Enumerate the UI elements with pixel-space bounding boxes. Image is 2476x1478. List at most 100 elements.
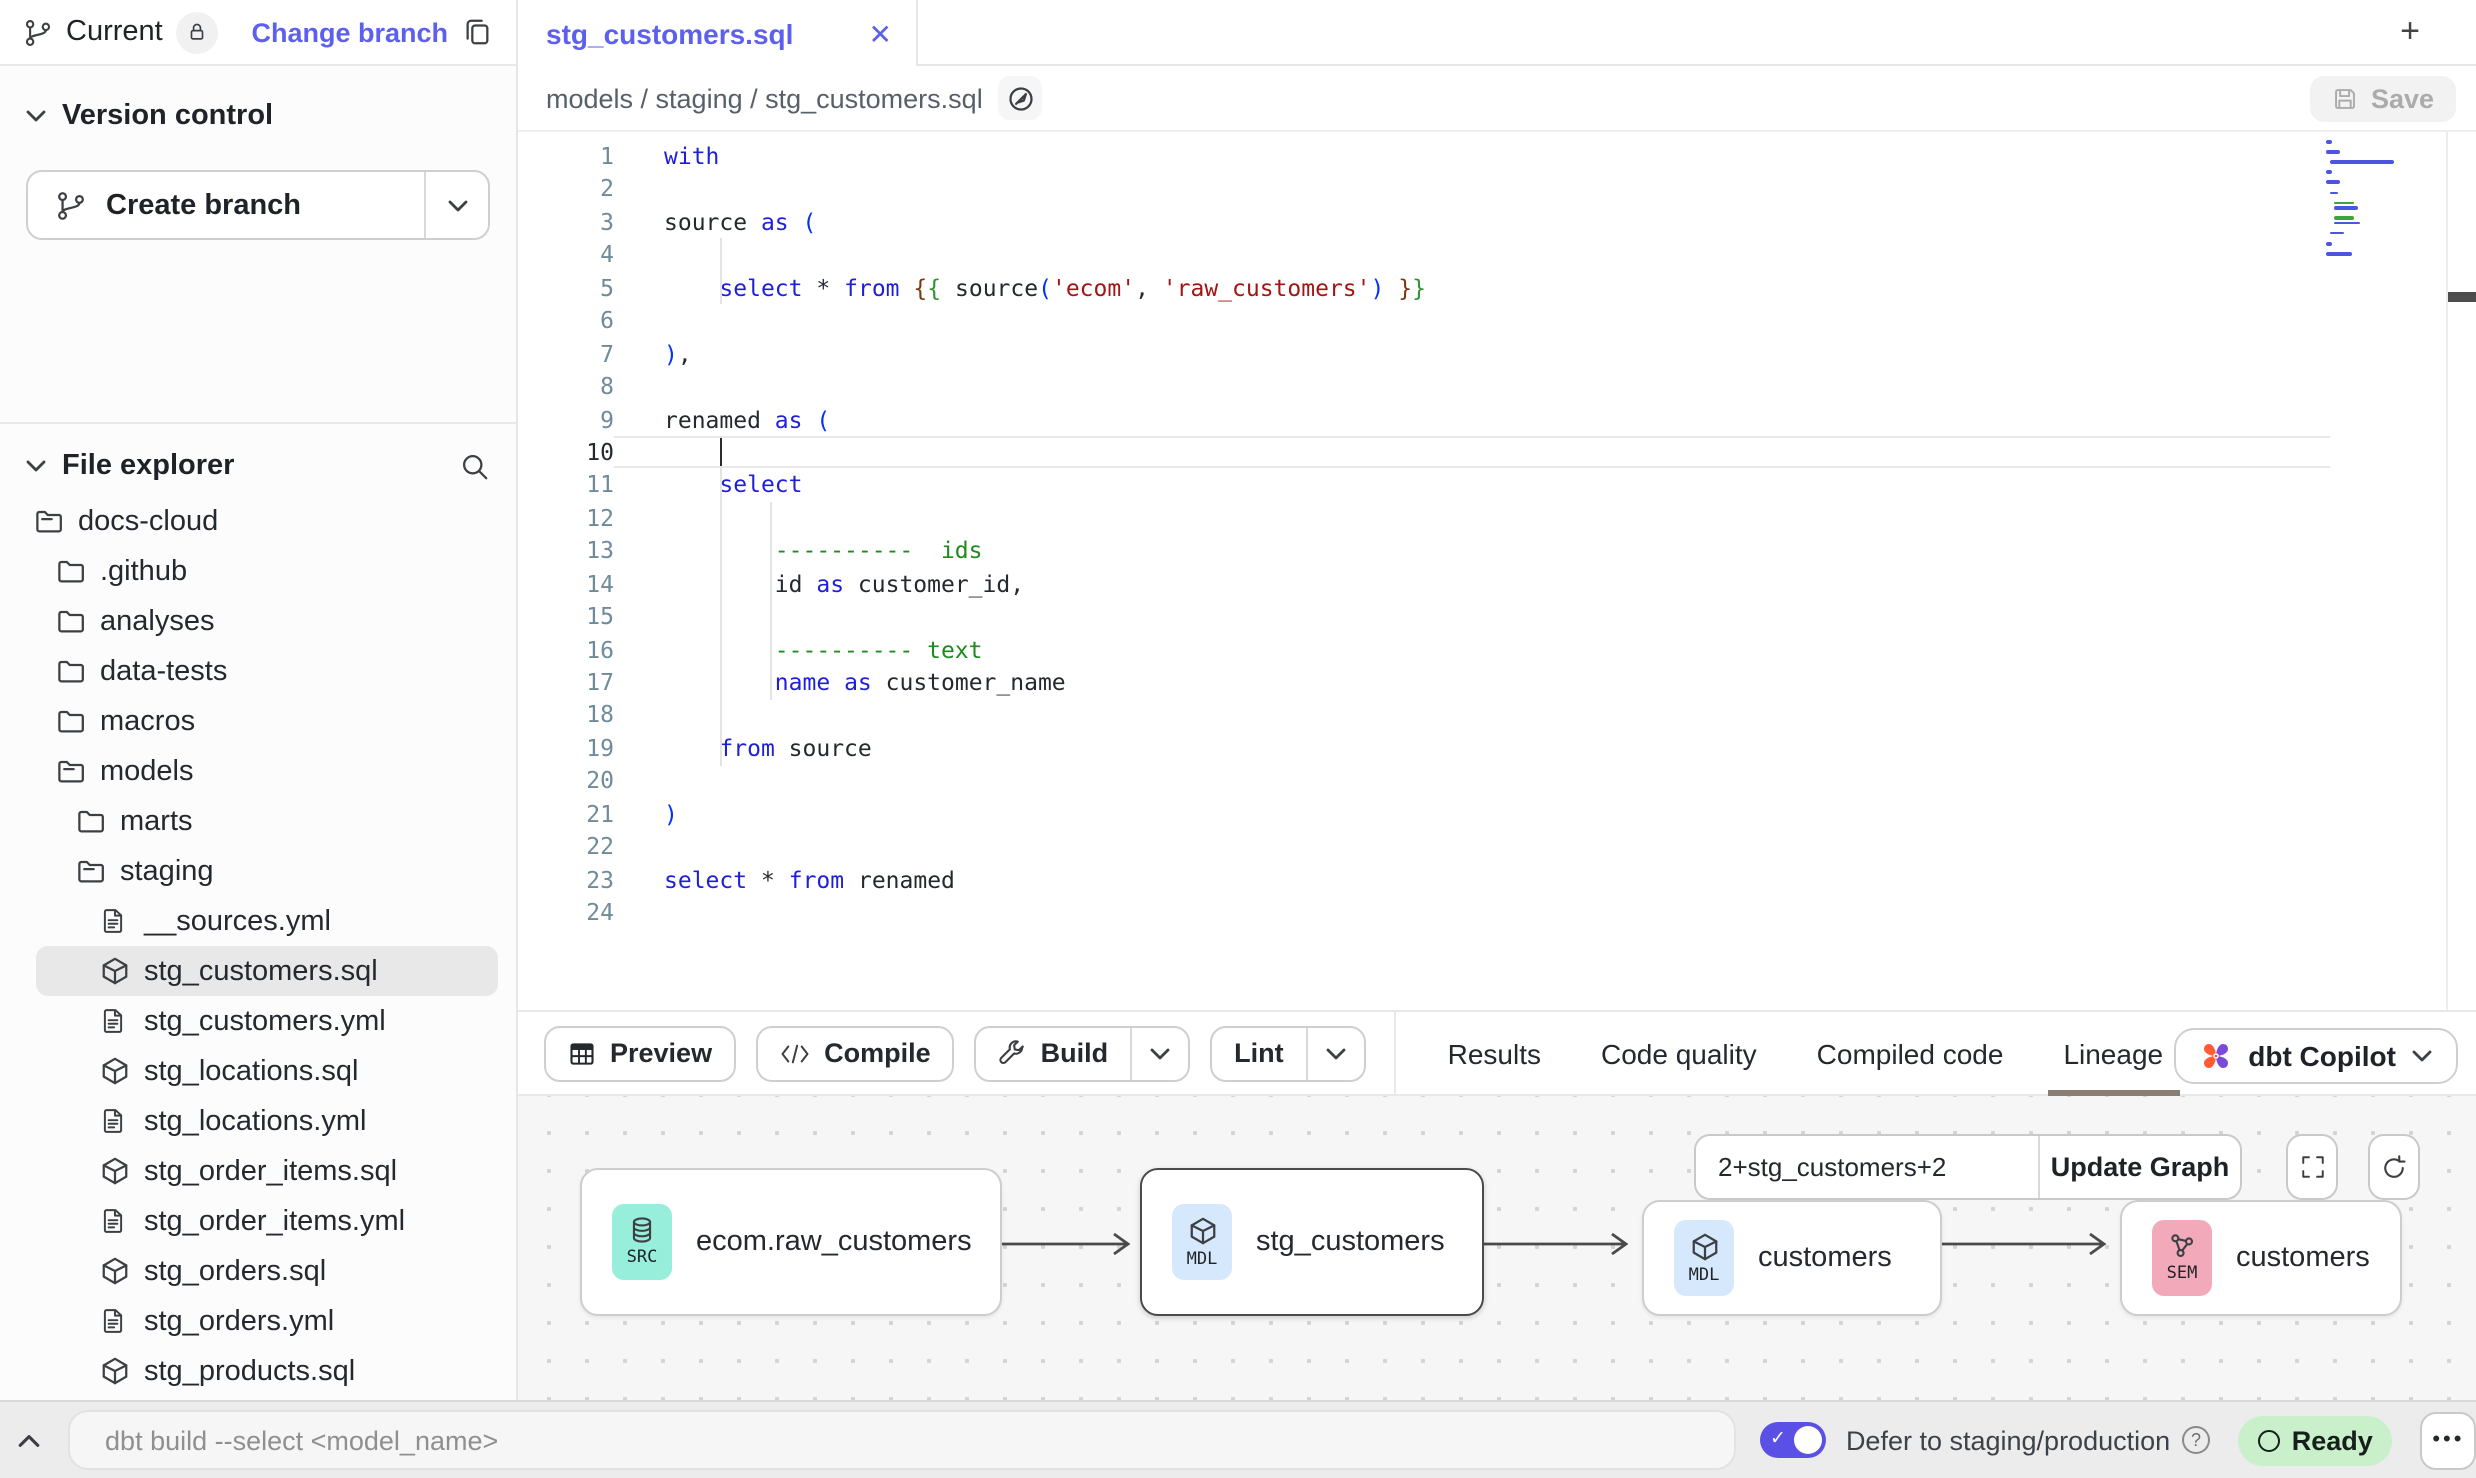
code-line-13[interactable]: 13 ---------- ids: [518, 535, 2476, 568]
folder-icon: [56, 656, 86, 686]
lint-dropdown[interactable]: [1306, 1027, 1364, 1079]
file-item-macros[interactable]: macros: [0, 696, 516, 746]
lineage-selector-input[interactable]: 2+stg_customers+2: [1696, 1136, 2038, 1198]
lint-button[interactable]: Lint: [1210, 1025, 1366, 1081]
code-line-2[interactable]: 2: [518, 173, 2476, 206]
node-label: ecom.raw_customers: [696, 1226, 972, 1258]
build-button[interactable]: Build: [975, 1025, 1191, 1081]
change-branch-link[interactable]: Change branch: [251, 17, 448, 47]
create-branch-button[interactable]: Create branch: [26, 170, 490, 240]
code-line-3[interactable]: 3source as (: [518, 206, 2476, 239]
line-number: 23: [518, 863, 614, 896]
update-graph-button[interactable]: Update Graph: [2038, 1136, 2240, 1198]
code-line-4[interactable]: 4: [518, 239, 2476, 272]
file-item-stg_orders.sql[interactable]: stg_orders.sql: [0, 1246, 516, 1296]
code-lines[interactable]: 1with23source as (45 select * from {{ so…: [518, 140, 2476, 929]
close-icon[interactable]: ✕: [869, 19, 892, 47]
dbt-copilot-button[interactable]: dbt Copilot: [2174, 1028, 2458, 1084]
tab-stg-customers-sql[interactable]: stg_customers.sql ✕: [518, 0, 918, 66]
panel-tab-code-quality[interactable]: Code quality: [1597, 1010, 1761, 1096]
code-line-6[interactable]: 6: [518, 304, 2476, 337]
code-line-12[interactable]: 12: [518, 502, 2476, 535]
file-item-stg_locations.yml[interactable]: stg_locations.yml: [0, 1096, 516, 1146]
more-options-button[interactable]: •••: [2421, 1411, 2476, 1469]
copy-icon[interactable]: [462, 16, 492, 48]
file-item-label: staging: [120, 855, 214, 887]
file-item-.github[interactable]: .github: [0, 546, 516, 596]
fullscreen-button[interactable]: [2286, 1134, 2338, 1200]
search-icon[interactable]: [460, 451, 490, 481]
file-item-docs-cloud[interactable]: docs-cloud: [0, 496, 516, 546]
code-line-9[interactable]: 9renamed as (: [518, 403, 2476, 436]
file-item-models[interactable]: models: [0, 746, 516, 796]
file-item-analyses[interactable]: analyses: [0, 596, 516, 646]
node-type-badge: MDL: [1172, 1204, 1232, 1280]
lineage-edge: [1484, 1228, 1640, 1260]
create-branch-dropdown[interactable]: [424, 172, 488, 238]
folder-icon: [56, 556, 86, 586]
refresh-button[interactable]: [2368, 1134, 2420, 1200]
line-number: 12: [518, 502, 614, 535]
code-line-1[interactable]: 1with: [518, 140, 2476, 173]
line-number: 2: [518, 173, 614, 206]
file-explorer-header[interactable]: File explorer: [0, 430, 516, 502]
code-line-15[interactable]: 15: [518, 600, 2476, 633]
code-line-19[interactable]: 19 from source: [518, 732, 2476, 765]
file-item-marts[interactable]: marts: [0, 796, 516, 846]
code-editor[interactable]: 1with23source as (45 select * from {{ so…: [518, 132, 2476, 1010]
code-line-23[interactable]: 23select * from renamed: [518, 863, 2476, 896]
file-item-stg_order_items.sql[interactable]: stg_order_items.sql: [0, 1146, 516, 1196]
command-input[interactable]: [69, 1425, 1734, 1455]
code-line-7[interactable]: 7),: [518, 337, 2476, 370]
file-item-stg_customers.sql[interactable]: stg_customers.sql: [0, 946, 516, 996]
build-dropdown[interactable]: [1130, 1027, 1188, 1079]
node-label: customers: [2236, 1242, 2370, 1274]
save-button[interactable]: Save: [2311, 76, 2456, 122]
file-item-staging[interactable]: staging: [0, 846, 516, 896]
preview-button[interactable]: Preview: [544, 1025, 736, 1081]
code-line-16[interactable]: 16 ---------- text: [518, 633, 2476, 666]
file-item-stg_customers.yml[interactable]: stg_customers.yml: [0, 996, 516, 1046]
copilot-edit-button[interactable]: [999, 76, 1043, 120]
scrollbar-lane[interactable]: [2446, 132, 2448, 1010]
version-control-header[interactable]: Version control: [26, 90, 490, 142]
panel-tab-lineage[interactable]: Lineage: [2059, 1010, 2167, 1096]
refresh-icon: [2380, 1153, 2408, 1181]
code-line-21[interactable]: 21): [518, 798, 2476, 831]
lineage-node-customers-sem[interactable]: SEMcustomers: [2120, 1200, 2402, 1316]
defer-toggle[interactable]: ✓: [1760, 1422, 1826, 1458]
file-explorer-title: File explorer: [62, 450, 444, 482]
file-item-stg_locations.sql[interactable]: stg_locations.sql: [0, 1046, 516, 1096]
file-item-data-tests[interactable]: data-tests: [0, 646, 516, 696]
lineage-node-customers-mdl[interactable]: MDLcustomers: [1642, 1200, 1942, 1316]
scrollbar-marker[interactable]: [2448, 292, 2476, 302]
code-line-5[interactable]: 5 select * from {{ source('ecom', 'raw_c…: [518, 272, 2476, 305]
action-toolbar: Preview Compile Build Lint Results Code q…: [518, 1010, 2476, 1096]
code-line-18[interactable]: 18: [518, 699, 2476, 732]
chevron-up-icon: [19, 1433, 41, 1447]
code-line-22[interactable]: 22: [518, 830, 2476, 863]
code-line-11[interactable]: 11 select: [518, 469, 2476, 502]
file-item-__sources.yml[interactable]: __sources.yml: [0, 896, 516, 946]
file-item-stg_orders.yml[interactable]: stg_orders.yml: [0, 1296, 516, 1346]
line-number: 22: [518, 830, 614, 863]
code-line-24[interactable]: 24: [518, 896, 2476, 929]
file-item-stg_order_items.yml[interactable]: stg_order_items.yml: [0, 1196, 516, 1246]
new-tab-button[interactable]: +: [2388, 10, 2432, 54]
lineage-graph[interactable]: SRCecom.raw_customersMDLstg_customersMDL…: [518, 1096, 2476, 1400]
lineage-node-stg_customers-mdl[interactable]: MDLstg_customers: [1140, 1168, 1484, 1316]
lineage-node-ecom.raw_customers-src[interactable]: SRCecom.raw_customers: [580, 1168, 1002, 1316]
code-line-8[interactable]: 8: [518, 370, 2476, 403]
code-line-14[interactable]: 14 id as customer_id,: [518, 567, 2476, 600]
code-line-20[interactable]: 20: [518, 765, 2476, 798]
panel-tab-results[interactable]: Results: [1444, 1010, 1545, 1096]
collapse-panel-button[interactable]: [0, 1433, 59, 1447]
line-number: 10: [518, 436, 614, 469]
document-icon: [100, 1006, 126, 1036]
compile-button[interactable]: Compile: [756, 1025, 955, 1081]
panel-tab-compiled-code[interactable]: Compiled code: [1813, 1010, 2008, 1096]
help-icon[interactable]: ?: [2182, 1426, 2210, 1454]
code-line-10[interactable]: 10: [518, 436, 2476, 469]
file-item-stg_products.sql[interactable]: stg_products.sql: [0, 1346, 516, 1396]
code-line-17[interactable]: 17 name as customer_name: [518, 666, 2476, 699]
